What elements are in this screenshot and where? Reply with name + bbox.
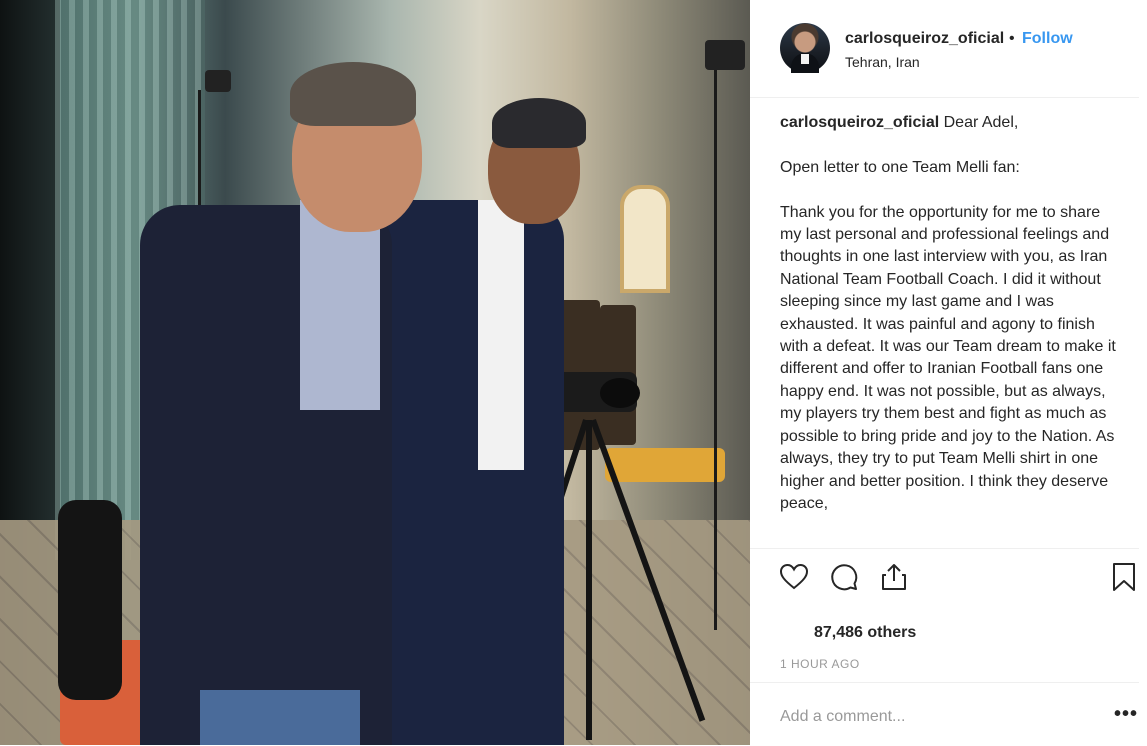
photo-person-left-hair	[290, 62, 416, 126]
post-photo[interactable]	[0, 0, 750, 745]
post-timestamp[interactable]: 1 HOUR AGO	[780, 657, 860, 671]
share-button[interactable]	[878, 561, 910, 593]
header-separator: •	[1009, 30, 1015, 47]
avatar[interactable]	[780, 23, 830, 73]
photo-camera-lens	[600, 378, 640, 408]
heart-icon	[779, 563, 809, 590]
likes-count[interactable]: 87,486 others	[814, 624, 916, 642]
location-link[interactable]: Tehran, Iran	[845, 54, 920, 70]
caption: carlosqueiroz_oficial Dear Adel, Open le…	[780, 112, 1120, 515]
post-header: carlosqueiroz_oficial • Follow Tehran, I…	[750, 0, 1139, 98]
caption-text: Dear Adel, Open letter to one Team Melli…	[780, 114, 1116, 512]
photo-person-right-shirt	[478, 200, 524, 470]
caption-username-link[interactable]: carlosqueiroz_oficial	[780, 114, 939, 131]
comment-bar: •••	[750, 682, 1139, 746]
photo-studio-light	[705, 40, 745, 70]
photo-chair-cushion	[605, 448, 725, 482]
comment-input[interactable]	[780, 705, 1080, 729]
avatar-collar	[801, 54, 809, 64]
caption-area[interactable]: carlosqueiroz_oficial Dear Adel, Open le…	[780, 112, 1120, 546]
photo-bag	[58, 500, 122, 700]
bookmark-icon	[1113, 563, 1135, 591]
photo-person-right	[368, 200, 564, 745]
share-icon	[882, 564, 906, 590]
action-bar	[750, 548, 1139, 605]
post-side-panel: carlosqueiroz_oficial • Follow Tehran, I…	[750, 0, 1147, 745]
photo-studio-light	[205, 70, 231, 92]
comment-button[interactable]	[828, 561, 860, 593]
photo-person-left-jeans	[200, 690, 360, 745]
save-button[interactable]	[1111, 561, 1137, 593]
more-options-button[interactable]: •••	[1114, 703, 1138, 726]
photo-tripod-leg	[586, 420, 592, 740]
header-username-link[interactable]: carlosqueiroz_oficial	[845, 30, 1004, 48]
photo-light-stand	[714, 70, 717, 630]
comment-icon	[831, 564, 858, 591]
photo-person-right-hair	[492, 98, 586, 148]
like-button[interactable]	[778, 561, 810, 593]
follow-button[interactable]: Follow	[1022, 30, 1073, 48]
photo-bg-arch	[620, 185, 670, 293]
